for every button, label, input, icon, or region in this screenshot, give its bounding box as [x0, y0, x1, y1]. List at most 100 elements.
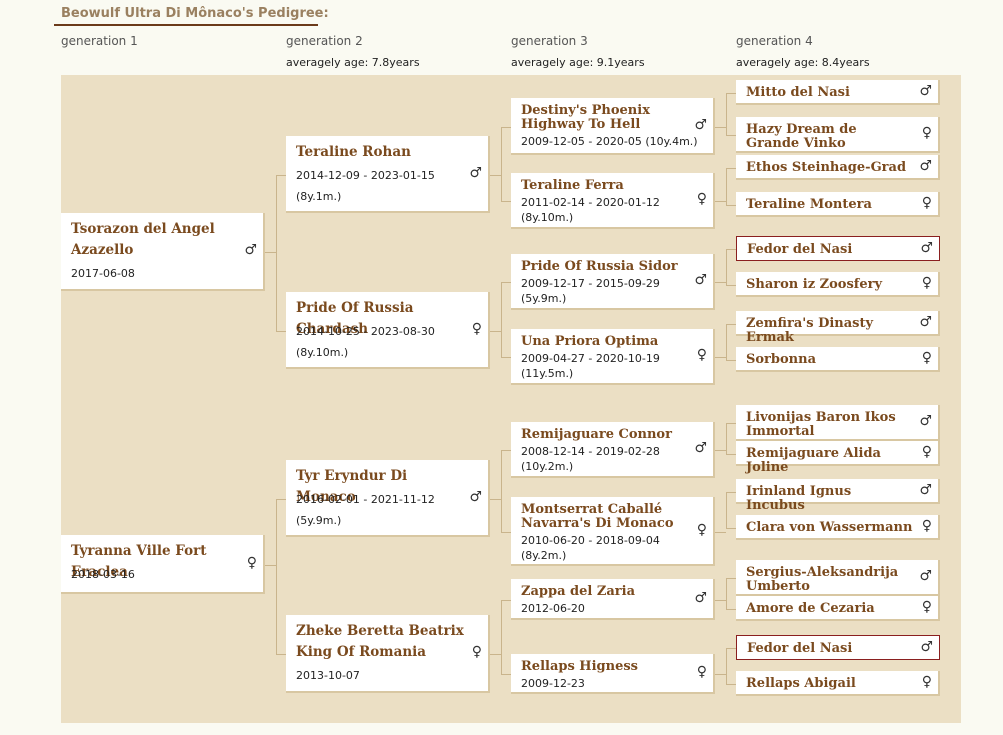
pedigree-card-pride-of-russia-chardash[interactable]: Pride Of Russia Chardash ♀ 2014-10-25 - 20…	[286, 292, 490, 369]
male-icon: ♂	[920, 240, 933, 256]
dog-name-link[interactable]: Mitto del Nasi	[746, 86, 914, 100]
female-icon: ♀	[921, 518, 932, 534]
connector-line	[276, 499, 286, 500]
pedigree-card-fedor-del-nasi[interactable]: Fedor del Nasi ♂	[736, 635, 940, 660]
pedigree-card-tsorazon-del-angel-azazello[interactable]: Tsorazon del Angel Azazello ♂ 2017-06-08	[61, 213, 265, 291]
dog-name-link[interactable]: Remijaguare Connor	[521, 428, 689, 442]
dog-name-link[interactable]: Fedor del Nasi	[747, 642, 915, 656]
pedigree-card-pride-of-russia-sidor[interactable]: Pride Of Russia Sidor ♂ 2009-12-17 - 2015-…	[511, 254, 715, 310]
connector-line	[715, 282, 726, 283]
female-icon: ♀	[921, 599, 932, 615]
dog-name-link[interactable]: Fedor del Nasi	[747, 243, 915, 257]
female-icon: ♀	[696, 522, 707, 538]
dog-name-link[interactable]: Sorbonna	[746, 353, 914, 367]
connector-line	[501, 674, 511, 675]
connector-line	[276, 654, 286, 655]
pedigree-card-tyranna-ville-fort-eraclea[interactable]: Tyranna Ville Fort Eraclea ♀ 2018-03-16	[61, 535, 265, 594]
connector-line	[490, 331, 501, 332]
dog-name-link[interactable]: Teraline Ferra	[521, 179, 689, 193]
connector-line	[501, 600, 511, 601]
connector-line	[726, 135, 736, 136]
female-icon: ♀	[696, 347, 707, 363]
life-dates: 2009-12-05 - 2020-05 (10y.4m.)	[521, 135, 698, 148]
pedigree-card-amore-de-cezaria[interactable]: Amore de Cezaria ♀	[736, 596, 940, 621]
generation-3-label: generation 3	[511, 34, 588, 48]
dog-name-link[interactable]: Rellaps Abigail	[746, 677, 914, 691]
connector-line	[726, 492, 736, 493]
pedigree-card-remijaguare-connor[interactable]: Remijaguare Connor ♂ 2008-12-14 - 2019-02-…	[511, 422, 715, 478]
pedigree-card-una-priora-optima[interactable]: Una Priora Optima ♀ 2009-04-27 - 2020-10-1…	[511, 329, 715, 385]
dog-name-link[interactable]: Sharon iz Zoosfery	[746, 278, 914, 292]
male-icon: ♂	[919, 83, 932, 99]
connector-line	[501, 127, 502, 201]
connector-line	[501, 450, 502, 532]
connector-line	[726, 168, 736, 169]
pedigree-card-mitto-del-nasi[interactable]: Mitto del Nasi ♂	[736, 80, 940, 105]
pedigree-card-remijaguare-alida-joline[interactable]: Remijaguare Alida Joline ♀	[736, 441, 940, 475]
male-icon: ♂	[919, 158, 932, 174]
pedigree-card-teraline-montera[interactable]: Teraline Montera ♀	[736, 192, 940, 217]
pedigree-card-teraline-rohan[interactable]: Teraline Rohan ♂ 2014-12-09 - 2023-01-15 (8…	[286, 136, 490, 213]
pedigree-card-tyr-eryndur-di-monaco[interactable]: Tyr Eryndur Di Monaco ♂ 2016-02-01 - 2021-…	[286, 460, 490, 537]
connector-line	[490, 175, 501, 176]
life-age: (10y.2m.)	[521, 460, 574, 473]
pedigree-card-zheke-beretta-beatrix-king-of-romania[interactable]: Zheke Beretta Beatrix King Of Romania ♀ 20…	[286, 615, 490, 693]
pedigree-card-clara-von-wassermann[interactable]: Clara von Wassermann ♀	[736, 515, 940, 540]
dog-name-link[interactable]: Zappa del Zaria	[521, 585, 689, 599]
dog-name-link[interactable]: Remijaguare Alida Joline	[746, 447, 914, 475]
pedigree-card-sergius-aleksandrija-umberto[interactable]: Sergius-Aleksandrija Umberto ♂	[736, 560, 940, 596]
connector-line	[726, 324, 727, 360]
male-icon: ♂	[919, 568, 932, 584]
connector-line	[501, 357, 511, 358]
dog-name-link[interactable]: Teraline Rohan	[296, 142, 464, 163]
pedigree-card-sharon-iz-zoosfery[interactable]: Sharon iz Zoosfery ♀	[736, 272, 940, 297]
pedigree-card-irinland-ignus-incubus[interactable]: Irinland Ignus Incubus ♂	[736, 479, 940, 513]
dog-name-link[interactable]: Zemfira's Dinasty Ermak	[746, 317, 914, 345]
dog-name-link[interactable]: Una Priora Optima	[521, 335, 689, 349]
dog-name-link[interactable]: Sergius-Aleksandrija Umberto	[746, 566, 914, 594]
connector-line	[276, 331, 286, 332]
dog-name-link[interactable]: Hazy Dream de Grande Vinko	[746, 123, 914, 151]
connector-line	[726, 168, 727, 205]
dog-name-link[interactable]: Amore de Cezaria	[746, 602, 914, 616]
dog-name-link[interactable]: Destiny's Phoenix Highway To Hell	[521, 104, 689, 132]
pedigree-card-ethos-steinhage-grad[interactable]: Ethos Steinhage-Grad ♂	[736, 155, 940, 180]
connector-line	[715, 127, 726, 128]
male-icon: ♂	[919, 413, 932, 429]
life-age: (11y.5m.)	[521, 367, 574, 380]
dog-name-link[interactable]: Irinland Ignus Incubus	[746, 485, 914, 513]
connector-line	[276, 175, 277, 331]
dog-name-link[interactable]: Zheke Beretta Beatrix King Of Romania	[296, 621, 464, 663]
female-icon: ♀	[921, 444, 932, 460]
female-icon: ♀	[921, 125, 932, 141]
connector-line	[726, 648, 727, 684]
pedigree-card-hazy-dream-de-grande-vinko[interactable]: Hazy Dream de Grande Vinko ♀	[736, 117, 940, 153]
connector-line	[265, 252, 276, 253]
life-dates: 2009-12-23	[521, 677, 585, 690]
pedigree-card-montserrat-caball-navarra-s-di-monaco[interactable]: Montserrat Caballé Navarra's Di Monaco ♀ 2…	[511, 497, 715, 566]
connector-line	[715, 450, 726, 451]
dog-name-link[interactable]: Ethos Steinhage-Grad	[746, 161, 914, 175]
dog-name-link[interactable]: Clara von Wassermann	[746, 521, 914, 535]
pedigree-card-zappa-del-zaria[interactable]: Zappa del Zaria ♂ 2012-06-20	[511, 579, 715, 620]
connector-line	[726, 609, 736, 610]
generation-1-label: generation 1	[61, 34, 138, 48]
generation-2-average-age: averagely age: 7.8years	[286, 56, 420, 69]
dog-name-link[interactable]: Pride Of Russia Sidor	[521, 260, 689, 274]
pedigree-card-sorbonna[interactable]: Sorbonna ♀	[736, 347, 940, 372]
male-icon: ♂	[919, 482, 932, 498]
dog-name-link[interactable]: Teraline Montera	[746, 198, 914, 212]
dog-name-link[interactable]: Livonijas Baron Ikos Immortal	[746, 411, 914, 439]
dog-name-link[interactable]: Tsorazon del Angel Azazello	[71, 219, 239, 261]
pedigree-card-destiny-s-phoenix-highway-to-hell[interactable]: Destiny's Phoenix Highway To Hell ♂ 2009-1…	[511, 98, 715, 155]
pedigree-card-rellaps-higness[interactable]: Rellaps Higness ♀ 2009-12-23	[511, 654, 715, 694]
pedigree-card-zemfira-s-dinasty-ermak[interactable]: Zemfira's Dinasty Ermak ♂	[736, 311, 940, 345]
pedigree-card-teraline-ferra[interactable]: Teraline Ferra ♀ 2011-02-14 - 2020-01-12 (8…	[511, 173, 715, 229]
dog-name-link[interactable]: Rellaps Higness	[521, 660, 689, 674]
pedigree-card-rellaps-abigail[interactable]: Rellaps Abigail ♀	[736, 671, 940, 696]
dog-name-link[interactable]: Montserrat Caballé Navarra's Di Monaco	[521, 503, 689, 531]
pedigree-card-livonijas-baron-ikos-immortal[interactable]: Livonijas Baron Ikos Immortal ♂	[736, 405, 940, 441]
title-underline	[54, 24, 318, 26]
connector-line	[265, 565, 276, 566]
pedigree-card-fedor-del-nasi[interactable]: Fedor del Nasi ♂	[736, 236, 940, 261]
